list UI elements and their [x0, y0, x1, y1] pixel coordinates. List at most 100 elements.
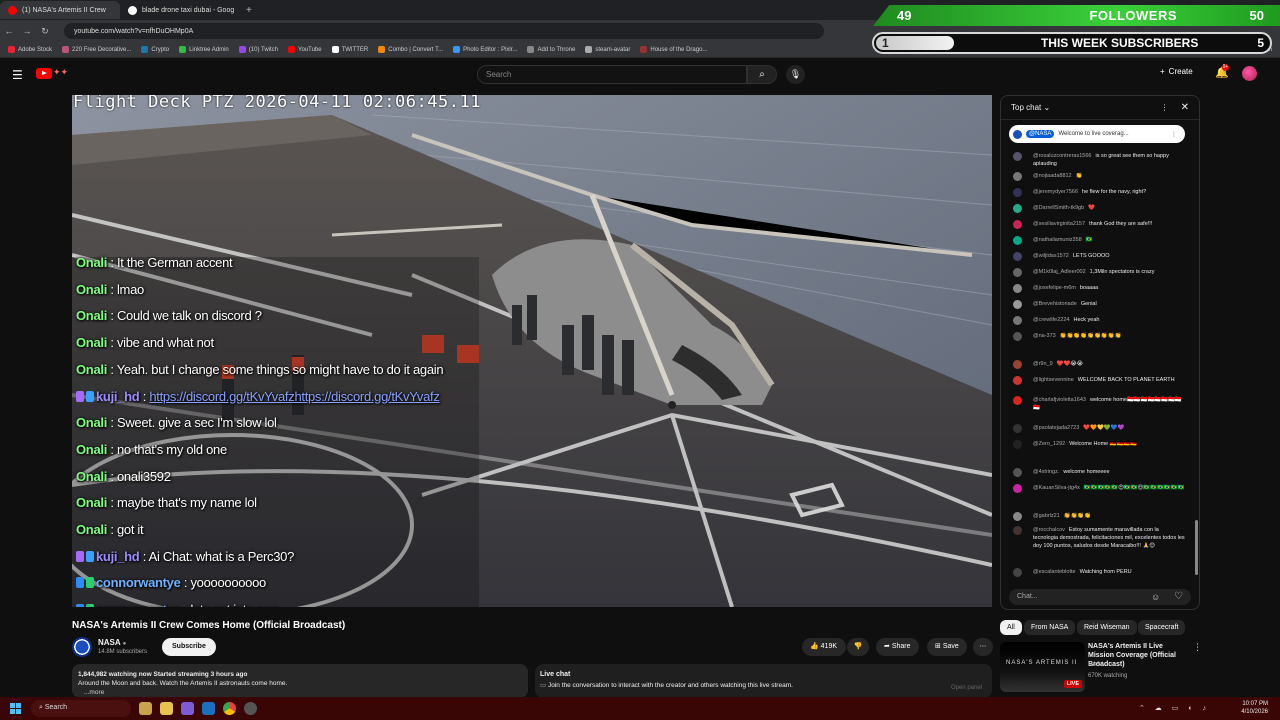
chat-message[interactable]: @M1k0laj_Adleer002 1,3Miln spectators is … — [1013, 268, 1185, 277]
chat-scrollbar[interactable] — [1195, 520, 1198, 575]
chat-author[interactable]: @Brevehistoriade — [1033, 301, 1077, 307]
bookmark-item[interactable]: Add to Throne — [527, 46, 575, 53]
pinned-message[interactable]: @NASA Welcome to live coverag... ⋮ — [1009, 125, 1185, 143]
more-link[interactable]: ...more — [84, 688, 522, 697]
chip-from-nasa[interactable]: From NASA — [1024, 620, 1076, 635]
chat-author[interactable]: @na-373 — [1033, 333, 1056, 339]
youtube-logo[interactable] — [36, 68, 52, 79]
channel-name[interactable]: NASA ● — [98, 638, 126, 647]
chat-author[interactable]: @escalanteblotte — [1033, 569, 1076, 575]
search-input[interactable]: Search — [477, 65, 747, 84]
chat-author[interactable]: @josefelipe-m6m — [1033, 285, 1076, 291]
chat-message[interactable]: @charlafjvioletta1643 welcome home🇮🇩🇮🇩🇮🇩🇮… — [1013, 396, 1185, 412]
save-button[interactable]: ⊞ Save — [927, 638, 967, 656]
chat-message[interactable]: @nathaliamuniz358 🇧🇷 — [1013, 236, 1185, 245]
more-actions-button[interactable]: ⋯ — [973, 638, 993, 656]
chat-message[interactable]: @sesiliavirginita2157 thank God they are … — [1013, 220, 1185, 229]
file-explorer-icon[interactable] — [160, 702, 173, 715]
emoji-icon[interactable]: ☺ — [1151, 592, 1160, 602]
voice-search-button[interactable]: 🎙 — [786, 65, 805, 84]
chat-message[interactable]: @Zero_1292 Welcome Home 🇩🇪🇩🇪🇩🇪🇩🇪 — [1013, 440, 1185, 449]
chat-author[interactable]: @r9n_9 — [1033, 361, 1053, 367]
chat-message[interactable]: @escalanteblotte Watching from PERU — [1013, 568, 1185, 577]
recommendation-thumbnail[interactable]: NASA'S ARTEMIS II LIVE — [1000, 642, 1085, 692]
chat-message[interactable]: @lightsevennine WELCOME BACK TO PLANET EA… — [1013, 376, 1185, 385]
chat-message[interactable]: @jeremydyer7566 he flew for the navy, rig… — [1013, 188, 1185, 197]
chat-message[interactable]: @crewlife2224 Heck yeah — [1013, 316, 1185, 325]
chat-author[interactable]: @paolatejada2723 — [1033, 425, 1079, 431]
bookmark-item[interactable]: Photo Editor : Pixlr... — [453, 46, 517, 53]
system-tray-icons[interactable]: ⌃ ☁ ▭ ◐ ♪ — [1139, 704, 1210, 712]
steam-icon[interactable] — [202, 702, 215, 715]
chat-message-text[interactable]: https://discord.gg/tKvYvafzhttps://disco… — [149, 389, 439, 404]
more-options-icon[interactable]: ⋮ — [1193, 642, 1202, 653]
bookmark-item[interactable]: steam-avatar — [585, 46, 630, 53]
bookmark-item[interactable]: House of the Drago... — [640, 46, 707, 53]
chat-author[interactable]: @jeremydyer7566 — [1033, 189, 1078, 195]
chat-message[interactable]: @josefelipe-m6m boaaaa — [1013, 284, 1185, 293]
chat-message[interactable]: @paolatejada2723 ❤️🧡💛💚💙💜 — [1013, 424, 1185, 433]
app-icon[interactable] — [181, 702, 194, 715]
bookmark-item[interactable]: Combo | Convert T... — [378, 46, 443, 53]
back-icon[interactable]: ← — [0, 26, 18, 36]
chat-author[interactable]: @M1k0laj_Adleer002 — [1033, 269, 1086, 275]
chrome-icon[interactable] — [223, 702, 236, 715]
bookmark-item[interactable]: Linktree Admin — [179, 46, 229, 53]
chat-author[interactable]: @crewlife2224 — [1033, 317, 1069, 323]
chat-message[interactable]: @KauanSilva-jtg4x 🇧🇷🇧🇷🇧🇷🇧🇷🇧🇷😍🇧🇷🇧🇷😍🇧🇷🇧🇷🇧🇷🇧… — [1013, 484, 1185, 493]
chat-message[interactable]: @wiljtdas1572 LETS GOOOO — [1013, 252, 1185, 261]
chat-author[interactable]: @sesiliavirginita2157 — [1033, 221, 1085, 227]
chat-author[interactable]: @wiljtdas1572 — [1033, 253, 1069, 259]
chat-author[interactable]: @DarrellSmith-tk9gb — [1033, 205, 1084, 211]
bookmark-item[interactable]: TWITTER — [331, 46, 368, 53]
chat-author[interactable]: @KauanSilva-jtg4x — [1033, 485, 1080, 491]
search-button[interactable]: ⌕ — [747, 65, 777, 84]
chat-author[interactable]: @Zero_1292 — [1033, 441, 1065, 447]
chip-reid-wiseman[interactable]: Reid Wiseman — [1077, 620, 1137, 635]
chat-message[interactable]: @na-373 👏👏👏👏👏👏👏👏👏 — [1013, 332, 1185, 341]
chat-message[interactable]: @DarrellSmith-tk9gb ❤️ — [1013, 204, 1185, 213]
chat-author[interactable]: @4stringz. — [1033, 469, 1059, 475]
chat-author[interactable]: @charlafjvioletta1643 — [1033, 397, 1086, 403]
chat-author[interactable]: @gabrlz21 — [1033, 513, 1060, 519]
account-avatar[interactable] — [1242, 66, 1257, 81]
obs-icon[interactable] — [244, 702, 257, 715]
taskbar-widget-icon[interactable] — [139, 702, 152, 715]
subscribe-button[interactable]: Subscribe — [162, 638, 216, 656]
chat-author[interactable]: @rocchalcov — [1033, 527, 1065, 533]
chat-message[interactable]: @rosaluzcontreras1566 is so great see the… — [1013, 152, 1185, 168]
chat-author[interactable]: @rosaluzcontreras1566 — [1033, 153, 1091, 159]
more-options-icon[interactable]: ⋮ — [1171, 131, 1177, 138]
close-icon[interactable]: ✕ — [1181, 102, 1189, 113]
reload-icon[interactable]: ↻ — [36, 26, 54, 37]
share-button[interactable]: ➦ Share — [876, 638, 919, 656]
dislike-button[interactable]: 👎 — [847, 638, 869, 656]
chat-message[interactable]: @nojiaada8812 👏 — [1013, 172, 1185, 181]
browser-tab-google[interactable]: blade drone taxi dubai - Goog — [120, 1, 240, 19]
chat-mode-dropdown[interactable]: Top chat ⌄ — [1011, 103, 1050, 112]
new-tab-icon[interactable]: + — [246, 5, 252, 16]
more-options-icon[interactable]: ⋮ — [1161, 103, 1169, 112]
heart-icon[interactable]: ♡ — [1174, 591, 1183, 602]
chat-input[interactable]: Chat... — [1009, 589, 1191, 605]
chat-message[interactable]: @r9n_9 ❤️❤️😭😭 — [1013, 360, 1185, 369]
chat-author[interactable]: @lightsevennine — [1033, 377, 1074, 383]
taskbar-search[interactable]: ⌕ Search — [31, 700, 131, 717]
like-button[interactable]: 👍 419K — [802, 638, 846, 656]
url-field[interactable]: youtube.com/watch?v=nfhDuOHMp0A — [64, 23, 824, 39]
bookmark-item[interactable]: (10) Twitch — [238, 46, 278, 53]
chip-all[interactable]: All — [1000, 620, 1022, 635]
video-player[interactable]: Flight Deck PTZ 2026-04-11 02:06:45.11 O… — [72, 95, 992, 607]
open-panel-button[interactable]: Open panel — [951, 683, 982, 694]
channel-avatar[interactable] — [72, 637, 92, 657]
chat-message[interactable]: @rocchalcov Estoy sumamente maravillada c… — [1013, 526, 1185, 550]
chat-message[interactable]: @gabrlz21 👏👏👏👏 — [1013, 512, 1185, 521]
chat-author[interactable]: @nathaliamuniz358 — [1033, 237, 1082, 243]
description-box[interactable]: 1,844,982 watching now Started streaming… — [72, 664, 528, 698]
bookmark-item[interactable]: 220 Free Decorative... — [62, 46, 131, 53]
bookmark-item[interactable]: YouTube — [288, 46, 322, 53]
recommendation-channel[interactable]: NASA — [1088, 662, 1104, 668]
bookmark-item[interactable]: Adobe Stock — [8, 46, 52, 53]
create-button[interactable]: + Create — [1160, 67, 1193, 76]
forward-icon[interactable]: → — [18, 26, 36, 36]
